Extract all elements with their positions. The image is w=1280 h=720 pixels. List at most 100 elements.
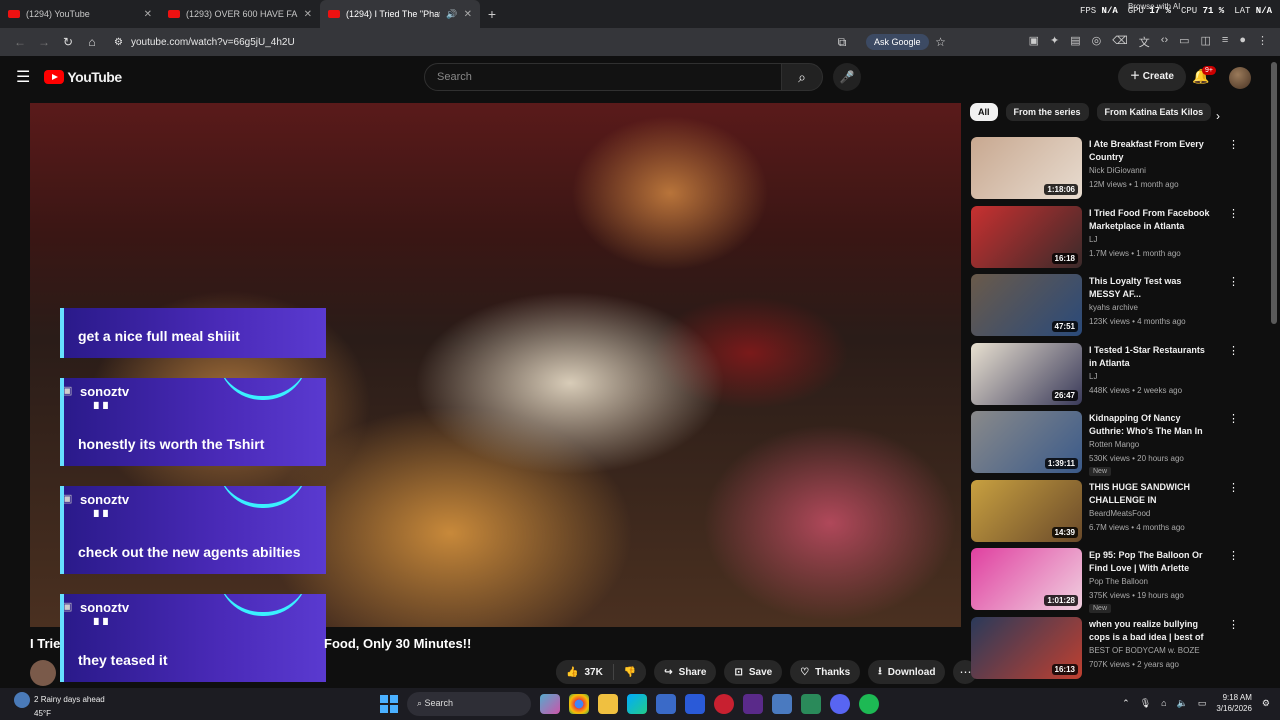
more-options-icon[interactable]: ⋮ [1228, 481, 1239, 494]
channel-name[interactable]: LJ [1089, 372, 1097, 381]
chip-from-series[interactable]: From the series [1005, 103, 1089, 121]
recommendation-item[interactable]: 1:01:28 Ep 95: Pop The Balloon Or Find Lo… [970, 547, 1250, 616]
more-options-icon[interactable]: ⋮ [1228, 207, 1239, 220]
store-icon[interactable] [685, 694, 705, 714]
close-tab-icon[interactable]: ✕ [144, 9, 152, 20]
share-button[interactable]: ↪ Share [654, 660, 717, 684]
recommendation-title[interactable]: I Tried Food From Facebook Marketplace i… [1089, 207, 1211, 233]
extension-icon[interactable]: ◫ [1201, 34, 1211, 50]
account-avatar[interactable] [1229, 67, 1251, 89]
copilot-icon[interactable] [540, 694, 560, 714]
extension-icon[interactable]: ✦ [1050, 34, 1059, 50]
recommendation-title[interactable]: when you realize bullying cops is a bad … [1089, 618, 1211, 644]
spotify-icon[interactable] [859, 694, 879, 714]
speaker-icon[interactable]: 🔊 [446, 9, 457, 20]
ask-google-button[interactable]: Ask Google [866, 34, 929, 50]
profile-icon[interactable]: ● [1239, 34, 1246, 50]
address-bar[interactable]: ⚙ youtube.com/watch?v=66g5jU_4h2U [110, 31, 830, 53]
extension-icon[interactable]: ▣ [1029, 34, 1039, 50]
forward-icon[interactable]: → [32, 35, 56, 49]
browser-tab[interactable]: (1293) OVER 600 HAVE FAILED T✕ [160, 0, 320, 28]
discord-icon[interactable] [830, 694, 850, 714]
chip-all[interactable]: All [970, 103, 998, 121]
menu-dots-icon[interactable]: ⋮ [1257, 34, 1268, 50]
search-input[interactable]: Search [424, 63, 782, 91]
recommendation-item[interactable]: 16:13 when you realize bullying cops is a… [970, 616, 1250, 685]
more-options-icon[interactable]: ⋮ [1228, 344, 1239, 357]
recommendation-title[interactable]: Ep 95: Pop The Balloon Or Find Love | Wi… [1089, 549, 1211, 575]
hamburger-menu-icon[interactable]: ☰ [16, 67, 30, 87]
recommendation-title[interactable]: I Ate Breakfast From Every Country [1089, 138, 1211, 164]
video-thumbnail[interactable]: 1:01:28 [971, 548, 1082, 610]
channel-name[interactable]: kyahs archive [1089, 303, 1138, 312]
file-explorer-icon[interactable] [598, 694, 618, 714]
site-info-icon[interactable]: ⚙ [114, 37, 123, 48]
bookmark-star-icon[interactable]: ☆ [929, 35, 953, 49]
extension-icon[interactable]: ◎ [1092, 34, 1102, 50]
close-tab-icon[interactable]: ✕ [464, 9, 472, 20]
channel-avatar[interactable] [30, 660, 56, 686]
recommendation-title[interactable]: THIS HUGE SANDWICH CHALLENGE IN SINGAPOR… [1089, 481, 1211, 507]
page-scrollbar[interactable] [1271, 62, 1277, 324]
more-options-icon[interactable]: ⋮ [1228, 618, 1239, 631]
video-thumbnail[interactable]: 14:39 [971, 479, 1082, 542]
youtube-logo[interactable]: YouTube [44, 69, 122, 85]
search-button[interactable]: ⌕ [781, 63, 823, 91]
install-app-icon[interactable]: ⧉ [830, 35, 854, 50]
recommendation-title[interactable]: I Tested 1-Star Restaurants in Atlanta [1089, 344, 1211, 370]
video-thumbnail[interactable]: 47:51 [971, 274, 1082, 336]
wifi-icon[interactable]: ⌂ [1161, 698, 1166, 708]
volume-icon[interactable]: 🔈 [1177, 698, 1188, 709]
edge-icon[interactable] [627, 694, 647, 714]
valorant-icon[interactable] [714, 694, 734, 714]
video-thumbnail[interactable]: 26:47 [971, 342, 1082, 405]
microphone-tray-icon[interactable]: 🎙 [1140, 698, 1151, 709]
chrome-icon[interactable] [569, 694, 589, 714]
thanks-button[interactable]: ♡ Thanks [790, 660, 861, 684]
extension-icon[interactable]: ▤ [1070, 34, 1080, 50]
recommendation-title[interactable]: Kidnapping Of Nancy Guthrie: Who's The M… [1089, 412, 1211, 438]
back-icon[interactable]: ← [8, 35, 32, 49]
chevron-up-icon[interactable]: ⌃ [1122, 698, 1130, 709]
windows-start-icon[interactable] [380, 695, 398, 713]
photos-icon[interactable] [772, 694, 792, 714]
video-thumbnail[interactable]: 16:13 [971, 616, 1082, 679]
more-options-icon[interactable]: ⋮ [1228, 275, 1239, 288]
channel-name[interactable]: BeardMeatsFood [1089, 509, 1150, 518]
more-options-icon[interactable]: ⋮ [1228, 138, 1239, 151]
translate-icon[interactable]: 文 [1139, 34, 1150, 50]
channel-name[interactable]: Nick DiGiovanni [1089, 166, 1146, 175]
video-thumbnail[interactable]: 1:18:06 [971, 137, 1082, 199]
notifications-center-icon[interactable]: ⚙ [1262, 698, 1270, 709]
more-options-icon[interactable]: ⋮ [1228, 412, 1239, 425]
recommendation-item[interactable]: 26:47 I Tested 1-Star Restaurants in Atla… [970, 342, 1250, 411]
reload-icon[interactable]: ↻ [56, 35, 80, 49]
channel-name[interactable]: BEST OF BODYCAM w. BOZE [1089, 646, 1200, 655]
defender-icon[interactable] [656, 694, 676, 714]
extension-icon[interactable]: ≡ [1222, 34, 1228, 50]
system-clock[interactable]: 9:18 AM 3/16/2026 [1216, 692, 1252, 714]
home-icon[interactable]: ⌂ [80, 35, 104, 49]
recommendation-item[interactable]: 1:39:11 Kidnapping Of Nancy Guthrie: Who'… [970, 410, 1250, 479]
new-tab-button[interactable]: + [480, 6, 504, 22]
channel-name[interactable]: Pop The Balloon [1089, 577, 1148, 586]
battery-icon[interactable]: ▭ [1198, 698, 1207, 709]
create-button[interactable]: ＋ Create [1118, 63, 1186, 91]
video-thumbnail[interactable]: 1:39:11 [971, 411, 1082, 473]
more-options-icon[interactable]: ⋮ [1228, 549, 1239, 562]
devtools-icon[interactable]: ‹› [1161, 34, 1168, 50]
channel-name[interactable]: Rotten Mango [1089, 440, 1139, 449]
chip-from-katina[interactable]: From Katina Eats Kilos [1096, 103, 1212, 121]
recommendation-item[interactable]: 47:51 This Loyalty Test was MESSY AF... ky… [970, 273, 1250, 342]
download-button[interactable]: ⭳ Download [868, 660, 946, 684]
save-button[interactable]: ⊡ Save [724, 660, 783, 684]
browser-tab[interactable]: (1294) YouTube ✕ [0, 0, 160, 28]
weather-widget[interactable]: 2 Rainy days ahead 45°F [14, 692, 105, 719]
voice-search-button[interactable]: 🎤 [833, 63, 861, 91]
video-thumbnail[interactable]: 16:18 [971, 205, 1082, 268]
chevron-right-icon[interactable]: › [1216, 109, 1220, 123]
recommendation-item[interactable]: 1:18:06 I Ate Breakfast From Every Countr… [970, 136, 1250, 205]
twitch-icon[interactable] [743, 694, 763, 714]
close-tab-icon[interactable]: ✕ [304, 9, 312, 20]
browser-tab-active[interactable]: (1294) I Tried The "Phat Boy🔊✕ [320, 0, 480, 28]
